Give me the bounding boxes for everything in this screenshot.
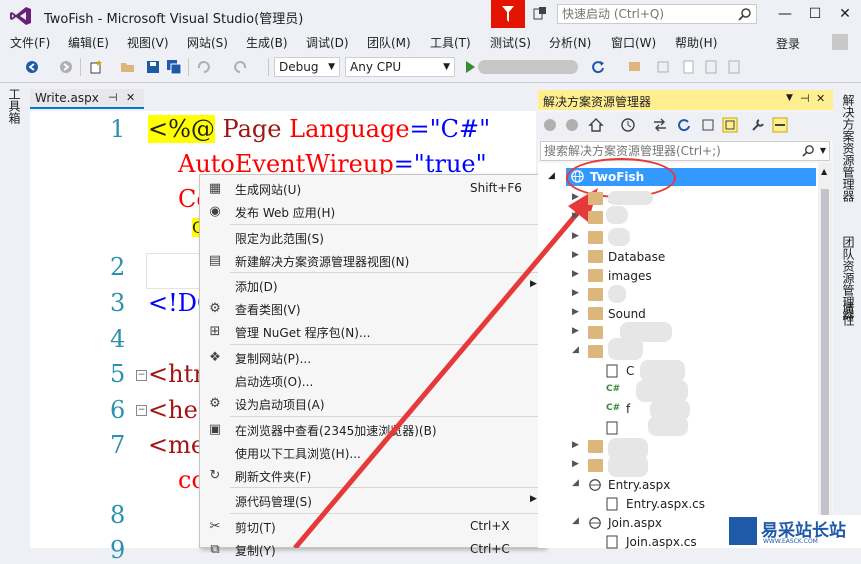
tree-collapsed-icon[interactable]: ▶ — [572, 459, 579, 469]
folder-icon — [588, 250, 603, 263]
tree-collapsed-icon[interactable]: ▶ — [572, 440, 579, 450]
folder-icon — [588, 269, 603, 282]
folder-icon — [588, 211, 603, 224]
folder-icon — [588, 440, 603, 453]
folder-icon — [588, 192, 603, 205]
code-file-icon — [606, 535, 621, 549]
blurred-region — [648, 416, 688, 436]
folder-icon — [588, 231, 603, 244]
csharp-file-icon: C# — [606, 384, 621, 394]
blurred-region — [608, 285, 626, 303]
folder-icon — [588, 326, 603, 339]
blurred-region — [608, 228, 630, 246]
blurred-region — [640, 360, 685, 382]
tree-collapsed-icon[interactable]: ▶ — [572, 326, 579, 336]
code-file-icon — [606, 364, 621, 378]
csharp-file-icon: C# — [606, 403, 621, 413]
code-file-icon — [606, 421, 621, 435]
tree-collapsed-icon[interactable]: ▶ — [572, 231, 579, 241]
tree-node-label: Sound — [608, 307, 646, 321]
tree-node-label: C — [626, 364, 635, 378]
watermark-url: WWW.EASCK.COM — [763, 538, 818, 545]
folder-icon — [588, 288, 603, 301]
tree-expanded-icon[interactable]: ◢ — [572, 516, 579, 526]
tree-collapsed-icon[interactable]: ▶ — [572, 192, 579, 202]
tree-node-label: Join.aspx — [608, 516, 662, 530]
watermark: 易采站长站 WWW.EASCK.COM — [727, 515, 861, 548]
tree-node-label: Entry.aspx — [608, 478, 671, 492]
watermark-logo-icon — [729, 517, 757, 545]
tree-node-label: Database — [608, 250, 666, 264]
tree-collapsed-icon[interactable]: ▶ — [572, 211, 579, 221]
tree-collapsed-icon[interactable]: ▶ — [572, 307, 579, 317]
tree-expanded-icon[interactable]: ◢ — [572, 345, 579, 355]
folder-icon — [588, 307, 603, 320]
blurred-region — [608, 338, 643, 360]
tree-collapsed-icon[interactable]: ▶ — [572, 250, 579, 260]
tree-collapsed-icon[interactable]: ▶ — [572, 288, 579, 298]
tree-node-label: Join.aspx.cs — [626, 535, 697, 549]
tree-node-label: Entry.aspx.cs — [626, 497, 706, 511]
folder-icon — [588, 459, 603, 472]
tree-collapsed-icon[interactable]: ▶ — [572, 269, 579, 279]
code-file-icon — [606, 497, 621, 511]
tree-expanded-icon[interactable]: ◢ — [572, 478, 579, 488]
folder-icon — [588, 345, 603, 358]
blurred-region — [636, 380, 688, 402]
blurred-region — [606, 206, 628, 224]
tree-node-label: images — [608, 269, 652, 283]
annotation-arrow — [293, 188, 598, 548]
tree-node-label: f — [626, 402, 631, 416]
web-page-icon — [588, 478, 603, 491]
blurred-region — [608, 191, 653, 205]
blurred-region — [608, 455, 648, 477]
web-page-icon — [588, 516, 603, 529]
